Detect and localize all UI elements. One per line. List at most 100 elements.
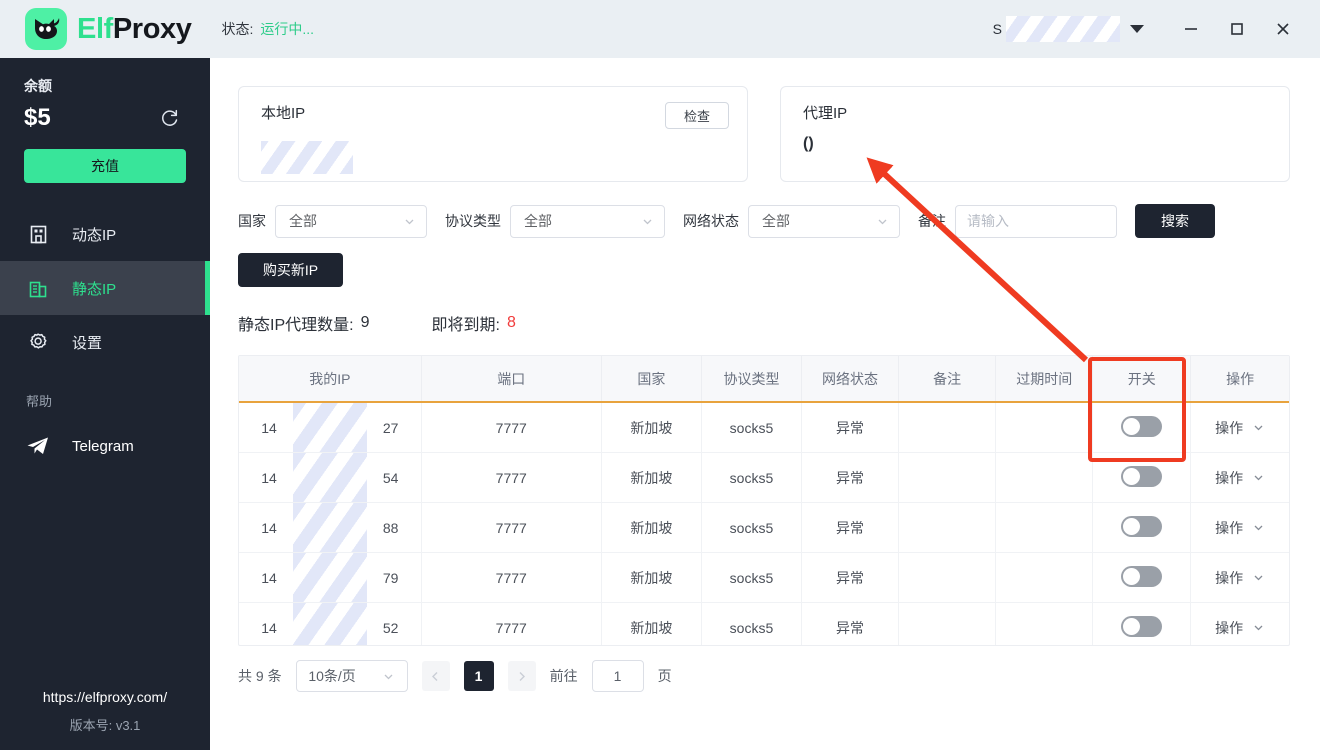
col-network-status: 网络状态	[801, 356, 900, 403]
stats-row: 静态IP代理数量: 9 即将到期: 8	[238, 311, 1290, 335]
proxy-ip-card: 代理IP ()	[780, 86, 1290, 182]
col-action: 操作	[1190, 356, 1289, 403]
cell-expire-time	[995, 402, 1094, 453]
table-header-row: 我的IP 端口 国家 协议类型 网络状态 备注 过期时间 开关 操作	[239, 356, 1289, 403]
check-button[interactable]: 检查	[665, 102, 729, 129]
minimize-button[interactable]	[1168, 7, 1214, 51]
balance-row: $5	[24, 104, 186, 132]
status-value: 运行中...	[260, 21, 315, 37]
app-window: ElfProxy 状态: 运行中... S 余额 $5 充值 动态IP 静态IP…	[0, 0, 1320, 750]
ip-prefix: 14	[261, 419, 277, 436]
sidebar-item-label: 动态IP	[72, 226, 117, 244]
ip-redacted	[292, 603, 367, 645]
sidebar-nav: 动态IP 静态IP 设置	[0, 207, 210, 369]
col-remark: 备注	[898, 356, 997, 403]
ip-value: 14 54	[239, 453, 421, 502]
action-dropdown[interactable]: 操作	[1191, 618, 1289, 638]
balance-label: 余额	[24, 78, 52, 94]
page-size-value: 10条/页	[308, 668, 356, 684]
website-link[interactable]: https://elfproxy.com/	[0, 689, 210, 705]
sidebar-footer: https://elfproxy.com/ 版本号: v3.1	[0, 689, 210, 750]
ip-suffix: 27	[382, 419, 399, 436]
cell-switch	[1092, 452, 1192, 503]
ip-redacted	[292, 553, 367, 602]
cell-switch	[1092, 552, 1192, 603]
cell-action: 操作	[1190, 552, 1289, 603]
table-row: 14 52 7777 新加坡 socks5 异常 操作	[239, 602, 1289, 645]
cell-country: 新加坡	[601, 602, 702, 645]
search-button[interactable]: 搜索	[1135, 204, 1215, 238]
cell-my-ip: 14 88	[239, 502, 422, 553]
topup-button[interactable]: 充值	[24, 149, 186, 183]
chevron-down-icon	[382, 670, 395, 683]
next-page-button[interactable]	[507, 661, 536, 691]
cell-port: 7777	[421, 502, 602, 553]
expiring-value: 8	[506, 314, 516, 331]
proxy-toggle[interactable]	[1121, 615, 1163, 637]
ip-table-body: 14 27 7777 新加坡 socks5 异常 操作 14 54 7777 新加坡 socks5 异常…	[239, 402, 1289, 645]
cell-expire-time	[995, 502, 1094, 553]
prev-page-button[interactable]	[421, 661, 450, 691]
cell-country: 新加坡	[601, 452, 702, 503]
cell-network-status: 异常	[801, 452, 900, 503]
goto-page-input[interactable]	[591, 660, 644, 692]
cell-network-status: 异常	[801, 552, 900, 603]
cell-protocol: socks5	[701, 452, 803, 503]
sidebar-item-label: 设置	[72, 334, 103, 352]
refresh-icon[interactable]	[160, 108, 180, 128]
cell-network-status: 异常	[801, 602, 900, 645]
account-name-redacted	[1006, 16, 1120, 42]
proxy-toggle[interactable]	[1121, 415, 1163, 437]
cell-protocol: socks5	[701, 602, 803, 645]
action-dropdown[interactable]: 操作	[1191, 468, 1289, 488]
cell-my-ip: 14 52	[239, 602, 422, 645]
action-dropdown[interactable]: 操作	[1191, 568, 1289, 588]
ip-table: 我的IP 端口 国家 协议类型 网络状态 备注 过期时间 开关 操作 14 27 7…	[239, 356, 1289, 645]
cell-action: 操作	[1190, 402, 1289, 453]
proxy-toggle[interactable]	[1121, 565, 1163, 587]
page-number-1[interactable]: 1	[463, 661, 494, 691]
cell-expire-time	[995, 452, 1094, 503]
action-label: 操作	[1215, 419, 1244, 436]
cell-my-ip: 14 79	[239, 552, 422, 603]
chevron-down-icon	[1252, 571, 1265, 584]
remark-filter-label: 备注	[918, 213, 946, 229]
local-ip-value	[261, 141, 729, 174]
total-count-label: 共 9 条	[238, 668, 282, 684]
cell-action: 操作	[1190, 452, 1289, 503]
sidebar-item-dynamic-ip[interactable]: 动态IP	[0, 207, 210, 261]
sidebar-item-telegram[interactable]: Telegram	[0, 424, 210, 468]
close-button[interactable]	[1260, 7, 1306, 51]
expiring-label: 即将到期:	[431, 317, 500, 334]
chevron-down-icon	[1252, 421, 1265, 434]
table-row: 14 54 7777 新加坡 socks5 异常 操作	[239, 452, 1289, 503]
action-dropdown[interactable]: 操作	[1191, 418, 1289, 438]
ip-cards: 本地IP 检查 代理IP ()	[238, 86, 1290, 182]
chevron-down-icon	[641, 215, 654, 228]
ip-redacted	[292, 453, 367, 502]
buy-new-ip-button[interactable]: 购买新IP	[238, 253, 343, 287]
app-brand: ElfProxy	[0, 8, 192, 50]
account-menu[interactable]: S	[993, 16, 1144, 42]
proxy-toggle[interactable]	[1121, 465, 1163, 487]
protocol-filter-select[interactable]: 全部	[510, 204, 665, 238]
action-dropdown[interactable]: 操作	[1191, 518, 1289, 538]
maximize-button[interactable]	[1214, 7, 1260, 51]
remark-filter-input[interactable]	[955, 204, 1117, 238]
page-size-select[interactable]: 10条/页	[295, 660, 408, 692]
network-filter-select[interactable]: 全部	[748, 204, 900, 238]
pagination: 共 9 条 10条/页 1 前往 页	[238, 660, 1290, 692]
cell-my-ip: 14 27	[239, 402, 422, 453]
ip-table-container: 我的IP 端口 国家 协议类型 网络状态 备注 过期时间 开关 操作 14 27 7…	[238, 355, 1290, 646]
local-ip-card: 本地IP 检查	[238, 86, 748, 182]
ip-redacted	[292, 403, 367, 452]
status-label: 状态:	[221, 21, 254, 37]
sidebar-item-settings[interactable]: 设置	[0, 315, 210, 369]
chevron-down-icon	[1130, 25, 1144, 33]
country-filter-select[interactable]: 全部	[275, 204, 427, 238]
ip-prefix: 14	[261, 469, 277, 486]
sidebar-item-static-ip[interactable]: 静态IP	[0, 261, 210, 315]
cell-my-ip: 14 54	[239, 452, 422, 503]
cell-remark	[898, 452, 997, 503]
proxy-toggle[interactable]	[1121, 515, 1163, 537]
